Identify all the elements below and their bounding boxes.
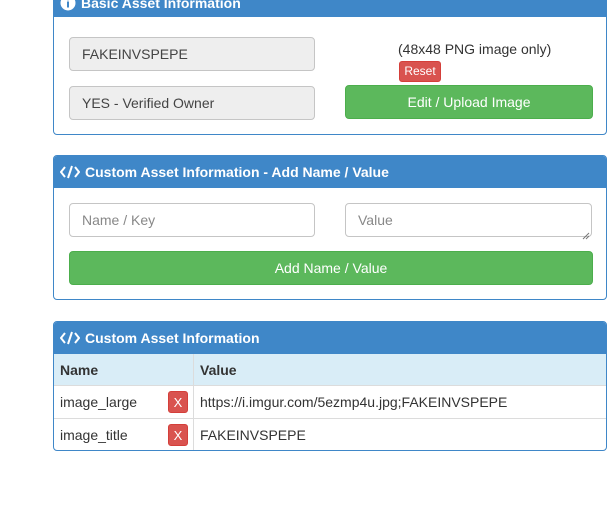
row-name: image_title xyxy=(60,427,128,443)
name-key-input[interactable] xyxy=(69,203,315,237)
add-custom-info-panel-header: Custom Asset Information - Add Name / Va… xyxy=(54,156,606,188)
basic-asset-panel: Basic Asset Information FAKEINVSPEPE YES… xyxy=(53,0,607,135)
asset-name-field: FAKEINVSPEPE xyxy=(69,37,315,71)
name-column-header: Name xyxy=(54,354,194,386)
delete-row-button[interactable]: X xyxy=(168,424,188,446)
table-header-row: Name Value xyxy=(54,354,606,386)
image-size-note: (48x48 PNG image only) xyxy=(398,41,552,57)
custom-info-panel-header: Custom Asset Information xyxy=(54,322,606,354)
owner-status-field: YES - Verified Owner xyxy=(69,86,315,120)
value-cell: FAKEINVSPEPE xyxy=(193,418,606,450)
custom-info-panel: Custom Asset Information Name Value imag… xyxy=(53,321,607,451)
value-textarea[interactable] xyxy=(345,203,592,240)
name-cell: image_large X xyxy=(54,385,194,419)
code-icon xyxy=(60,164,80,180)
row-name: image_large xyxy=(60,394,138,410)
table-row: image_title X FAKEINVSPEPE xyxy=(54,418,606,450)
delete-row-button[interactable]: X xyxy=(168,391,188,413)
table-row: image_large X https://i.imgur.com/5ezmp4… xyxy=(54,385,606,419)
add-custom-info-panel: Custom Asset Information - Add Name / Va… xyxy=(53,155,607,300)
add-name-value-button[interactable]: Add Name / Value xyxy=(69,251,593,285)
value-cell: https://i.imgur.com/5ezmp4u.jpg;FAKEINVS… xyxy=(193,385,606,419)
add-custom-info-panel-title: Custom Asset Information - Add Name / Va… xyxy=(85,164,389,180)
reset-button[interactable]: Reset xyxy=(399,61,441,82)
value-input[interactable] xyxy=(345,203,592,237)
resize-grip-icon[interactable] xyxy=(582,227,590,240)
custom-info-table: Name Value image_large X https://i.imgur… xyxy=(54,354,606,450)
info-circle-icon xyxy=(60,0,76,11)
code-icon xyxy=(60,330,80,346)
name-cell: image_title X xyxy=(54,418,194,450)
basic-asset-panel-title: Basic Asset Information xyxy=(81,0,241,11)
value-column-header: Value xyxy=(193,354,606,386)
custom-info-panel-title: Custom Asset Information xyxy=(85,330,260,346)
basic-asset-panel-header: Basic Asset Information xyxy=(54,0,606,17)
edit-upload-image-button[interactable]: Edit / Upload Image xyxy=(345,85,593,119)
